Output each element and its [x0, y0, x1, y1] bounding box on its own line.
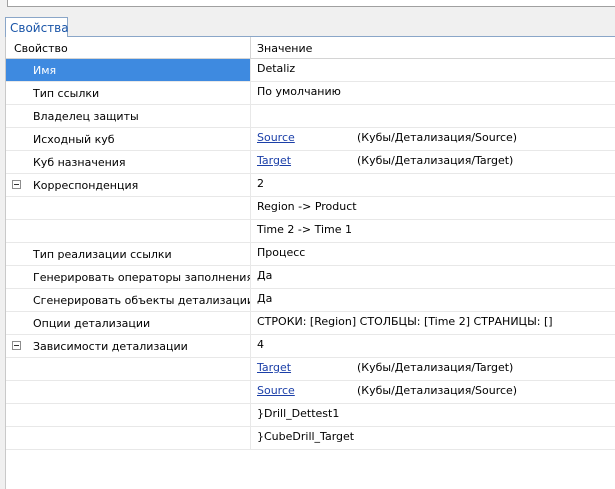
top-strip: [0, 0, 615, 16]
grid-rows: Имя Detaliz Тип ссылки По умолчанию Влад…: [6, 59, 615, 450]
row-value[interactable]: }CubeDrill_Target: [251, 427, 615, 449]
row-value: Source (Кубы/Детализация/Source): [251, 128, 615, 150]
row-target-cube[interactable]: Куб назначения Target (Кубы/Детализация/…: [6, 151, 615, 174]
row-value[interactable]: [251, 105, 615, 127]
row-generate-objects[interactable]: Сгенерировать объекты детализации? Да: [6, 289, 615, 312]
row-correspondence[interactable]: Корреспонденция 2: [6, 174, 615, 197]
dependency-source-path: (Кубы/Детализация/Source): [357, 384, 518, 397]
property-grid: Свойство Значение Имя Detaliz Тип ссылки…: [5, 36, 615, 489]
row-value: Source (Кубы/Детализация/Source): [251, 381, 615, 403]
dependency-source-link[interactable]: Source: [257, 384, 295, 397]
tab-properties[interactable]: Свойства: [5, 17, 69, 37]
row-value[interactable]: Да: [251, 289, 615, 311]
row-value[interactable]: Time 2 -> Time 1: [251, 220, 615, 242]
row-value[interactable]: Detaliz: [251, 59, 615, 81]
row-label: Тип ссылки: [6, 82, 251, 104]
source-cube-path: (Кубы/Детализация/Source): [357, 131, 518, 144]
row-label: Тип реализации ссылки: [6, 243, 251, 265]
row-label: Зависимости детализации: [6, 335, 251, 357]
row-label: Генерировать операторы заполнения?: [6, 266, 251, 288]
row-value[interactable]: Процесс: [251, 243, 615, 265]
row-implementation-type[interactable]: Тип реализации ссылки Процесс: [6, 243, 615, 266]
row-label: Опции детализации: [6, 312, 251, 334]
dependency-target-link[interactable]: Target: [257, 361, 291, 374]
row-label: Владелец защиты: [6, 105, 251, 127]
row-value[interactable]: 4: [251, 335, 615, 357]
dependency-target-path: (Кубы/Детализация/Target): [357, 361, 514, 374]
row-label-empty: [6, 381, 251, 403]
target-cube-link[interactable]: Target: [257, 154, 291, 167]
collapse-icon[interactable]: [12, 180, 21, 189]
row-value[interactable]: 2: [251, 174, 615, 196]
row-generate-fill[interactable]: Генерировать операторы заполнения? Да: [6, 266, 615, 289]
row-label-empty: [6, 427, 251, 449]
row-label: Сгенерировать объекты детализации?: [6, 289, 251, 311]
top-panel-edge: [7, 0, 615, 7]
row-dependencies[interactable]: Зависимости детализации 4: [6, 335, 615, 358]
row-name[interactable]: Имя Detaliz: [6, 59, 615, 82]
collapse-icon[interactable]: [12, 341, 21, 350]
row-label-empty: [6, 404, 251, 426]
column-header-value[interactable]: Значение: [257, 42, 312, 55]
row-value[interactable]: Да: [251, 266, 615, 288]
row-label: Исходный куб: [6, 128, 251, 150]
row-dependency-item[interactable]: }CubeDrill_Target: [6, 427, 615, 450]
row-link-type[interactable]: Тип ссылки По умолчанию: [6, 82, 615, 105]
row-value[interactable]: СТРОКИ: [Region] СТОЛБЦЫ: [Time 2] СТРАН…: [251, 312, 615, 334]
row-source-cube[interactable]: Исходный куб Source (Кубы/Детализация/So…: [6, 128, 615, 151]
source-cube-link[interactable]: Source: [257, 131, 295, 144]
row-dependency-item[interactable]: }Drill_Dettest1: [6, 404, 615, 427]
row-value[interactable]: Region -> Product: [251, 197, 615, 219]
row-label-text: Зависимости детализации: [33, 340, 188, 353]
column-header-property[interactable]: Свойство: [14, 42, 68, 55]
row-label-empty: [6, 220, 251, 242]
row-correspondence-item[interactable]: Region -> Product: [6, 197, 615, 220]
column-separator[interactable]: [250, 37, 251, 59]
row-dependency-item[interactable]: Target (Кубы/Детализация/Target): [6, 358, 615, 381]
row-value: Target (Кубы/Детализация/Target): [251, 151, 615, 173]
target-cube-path: (Кубы/Детализация/Target): [357, 154, 514, 167]
grid-header: Свойство Значение: [6, 37, 615, 59]
row-label: Корреспонденция: [6, 174, 251, 196]
row-label: Куб назначения: [6, 151, 251, 173]
row-label-empty: [6, 358, 251, 380]
row-dependency-item[interactable]: Source (Кубы/Детализация/Source): [6, 381, 615, 404]
row-label-empty: [6, 197, 251, 219]
row-value: Target (Кубы/Детализация/Target): [251, 358, 615, 380]
row-security-owner[interactable]: Владелец защиты: [6, 105, 615, 128]
row-drill-options[interactable]: Опции детализации СТРОКИ: [Region] СТОЛБ…: [6, 312, 615, 335]
row-value[interactable]: По умолчанию: [251, 82, 615, 104]
row-label: Имя: [6, 59, 251, 81]
row-value[interactable]: }Drill_Dettest1: [251, 404, 615, 426]
row-correspondence-item[interactable]: Time 2 -> Time 1: [6, 220, 615, 243]
row-label-text: Корреспонденция: [33, 179, 139, 192]
